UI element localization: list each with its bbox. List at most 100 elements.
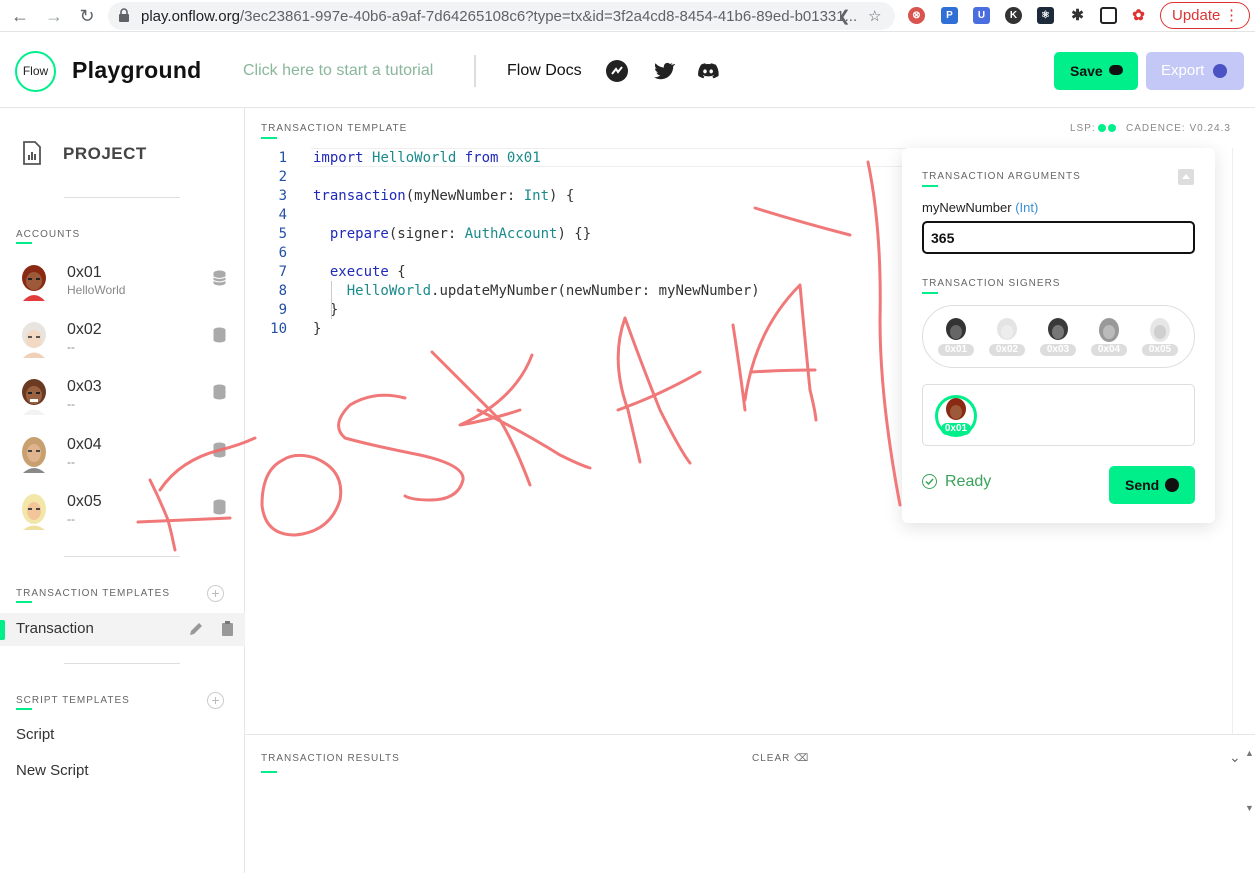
check-circle-icon bbox=[922, 474, 937, 489]
account-address: 0x03 bbox=[67, 378, 102, 395]
editor-label: TRANSACTION TEMPLATE bbox=[261, 123, 408, 134]
discord-icon[interactable] bbox=[696, 59, 720, 83]
add-script-icon[interactable]: + bbox=[207, 692, 224, 709]
section-accent-bar bbox=[16, 601, 32, 603]
signer-option-0x04[interactable]: 0x04 bbox=[1089, 318, 1129, 358]
project-label[interactable]: PROJECT bbox=[63, 144, 147, 164]
results-label: TRANSACTION RESULTS bbox=[261, 753, 400, 764]
my-new-number-input[interactable] bbox=[922, 221, 1195, 254]
extension-2-icon[interactable]: P bbox=[941, 7, 958, 24]
chevron-down-icon[interactable]: ⌄ bbox=[1229, 749, 1241, 766]
code-line: } bbox=[313, 302, 339, 318]
sidebar-item-script[interactable]: Script bbox=[16, 726, 54, 743]
database-icon[interactable] bbox=[213, 499, 226, 515]
avatar bbox=[22, 494, 46, 530]
section-accent-bar bbox=[16, 242, 32, 244]
send-button[interactable]: Send bbox=[1109, 466, 1195, 504]
account-item-0x04[interactable]: 0x04 -- bbox=[0, 435, 245, 487]
extension-5-icon[interactable] bbox=[1100, 7, 1117, 24]
extension-3-icon[interactable]: U bbox=[973, 7, 990, 24]
extension-4-icon[interactable]: K bbox=[1005, 7, 1022, 24]
flow-docs-link[interactable]: Flow Docs bbox=[507, 62, 582, 80]
account-address: 0x02 bbox=[67, 321, 102, 338]
line-number: 9 bbox=[278, 302, 287, 318]
account-item-0x03[interactable]: 0x03 -- bbox=[0, 377, 245, 429]
line-number: 8 bbox=[278, 283, 287, 299]
line-number: 3 bbox=[278, 188, 287, 204]
sidebar-item-new-script[interactable]: New Script bbox=[16, 762, 89, 779]
forward-icon[interactable]: → bbox=[42, 4, 66, 28]
line-number: 4 bbox=[278, 207, 287, 223]
accounts-label: ACCOUNTS bbox=[16, 229, 81, 240]
extensions-puzzle-icon[interactable]: ✱ bbox=[1069, 7, 1086, 24]
line-number: 10 bbox=[270, 321, 287, 337]
sidebar-divider bbox=[64, 663, 180, 664]
line-number: 5 bbox=[278, 226, 287, 242]
clear-button[interactable]: CLEAR ⌫ bbox=[752, 753, 809, 764]
pencil-icon[interactable] bbox=[188, 621, 204, 637]
arrow-down-circle-icon bbox=[1213, 64, 1227, 78]
account-item-0x01[interactable]: 0x01 HelloWorld bbox=[0, 263, 245, 315]
database-icon[interactable] bbox=[213, 442, 226, 458]
browser-toolbar: ← → ↻ play.onflow.org/3ec23861-997e-40b6… bbox=[0, 0, 1255, 32]
transaction-signers-label: TRANSACTION SIGNERS bbox=[922, 278, 1061, 289]
script-templates-label: SCRIPT TEMPLATES bbox=[16, 695, 130, 706]
extension-1-icon[interactable]: ⊗ bbox=[908, 7, 925, 24]
signer-option-0x02[interactable]: 0x02 bbox=[987, 318, 1027, 358]
account-address: 0x01 bbox=[67, 264, 102, 281]
scroll-up-icon[interactable]: ▲ bbox=[1245, 748, 1254, 758]
cloud-upload-icon bbox=[1109, 65, 1123, 75]
database-icon[interactable] bbox=[213, 327, 226, 343]
sidebar-item-transaction[interactable]: Transaction bbox=[0, 613, 245, 646]
flow-community-icon[interactable] bbox=[605, 59, 629, 83]
react-devtools-icon[interactable]: ⚛ bbox=[1037, 7, 1054, 24]
update-button[interactable]: Update ⋮ bbox=[1160, 2, 1250, 29]
arrow-right-circle-icon bbox=[1165, 478, 1179, 492]
section-accent-bar bbox=[922, 185, 938, 187]
code-line: import HelloWorld from 0x01 bbox=[313, 150, 541, 166]
back-icon[interactable]: ← bbox=[8, 4, 32, 28]
signer-option-0x01[interactable]: 0x01 bbox=[936, 318, 976, 358]
account-item-0x02[interactable]: 0x02 -- bbox=[0, 320, 245, 372]
account-item-0x05[interactable]: 0x05 -- bbox=[0, 492, 245, 544]
code-line: transaction(myNewNumber: Int) { bbox=[313, 188, 575, 204]
account-contract: -- bbox=[67, 397, 75, 411]
avatar bbox=[1150, 318, 1170, 342]
bookmark-star-icon[interactable]: ☆ bbox=[868, 7, 881, 25]
share-icon[interactable]: ❮ bbox=[838, 7, 851, 25]
database-icon[interactable] bbox=[213, 270, 226, 286]
profile-avatar[interactable]: ✿ bbox=[1130, 7, 1147, 24]
save-button[interactable]: Save bbox=[1054, 52, 1138, 90]
signer-option-0x05[interactable]: 0x05 bbox=[1140, 318, 1180, 358]
avatar bbox=[22, 379, 46, 415]
selected-signer-0x01[interactable]: 0x01 bbox=[935, 395, 977, 437]
scroll-down-icon[interactable]: ▼ bbox=[1245, 803, 1254, 813]
code-line: execute { bbox=[329, 264, 406, 280]
export-button[interactable]: Export bbox=[1146, 52, 1244, 90]
template-label: Transaction bbox=[16, 620, 94, 637]
reload-icon[interactable]: ↻ bbox=[75, 4, 99, 28]
code-line: } bbox=[313, 321, 322, 337]
project-icon bbox=[23, 141, 41, 165]
avatar bbox=[22, 265, 46, 301]
line-number: 2 bbox=[278, 169, 287, 185]
database-icon[interactable] bbox=[213, 384, 226, 400]
avatar bbox=[22, 322, 46, 358]
signer-option-0x03[interactable]: 0x03 bbox=[1038, 318, 1078, 358]
section-accent-bar bbox=[16, 708, 32, 710]
add-transaction-icon[interactable]: + bbox=[207, 585, 224, 602]
page-scrollbar[interactable]: ▲ ▼ bbox=[1243, 108, 1255, 873]
twitter-icon[interactable] bbox=[651, 59, 675, 83]
cadence-version: CADENCE: V0.24.3 bbox=[1126, 123, 1231, 134]
lsp-dot-icon bbox=[1108, 124, 1116, 132]
clipboard-icon[interactable] bbox=[221, 621, 234, 637]
collapse-panel-button[interactable] bbox=[1178, 169, 1194, 185]
address-bar[interactable]: play.onflow.org/3ec23861-997e-40b6-a9af-… bbox=[108, 2, 895, 30]
flow-logo[interactable]: Flow bbox=[15, 51, 56, 92]
account-address: 0x04 bbox=[67, 436, 102, 453]
tutorial-link[interactable]: Click here to start a tutorial bbox=[243, 62, 433, 80]
url-text: play.onflow.org/3ec23861-997e-40b6-a9af-… bbox=[141, 8, 858, 25]
line-number: 7 bbox=[278, 264, 287, 280]
account-contract: -- bbox=[67, 455, 75, 469]
lock-icon bbox=[119, 8, 129, 22]
